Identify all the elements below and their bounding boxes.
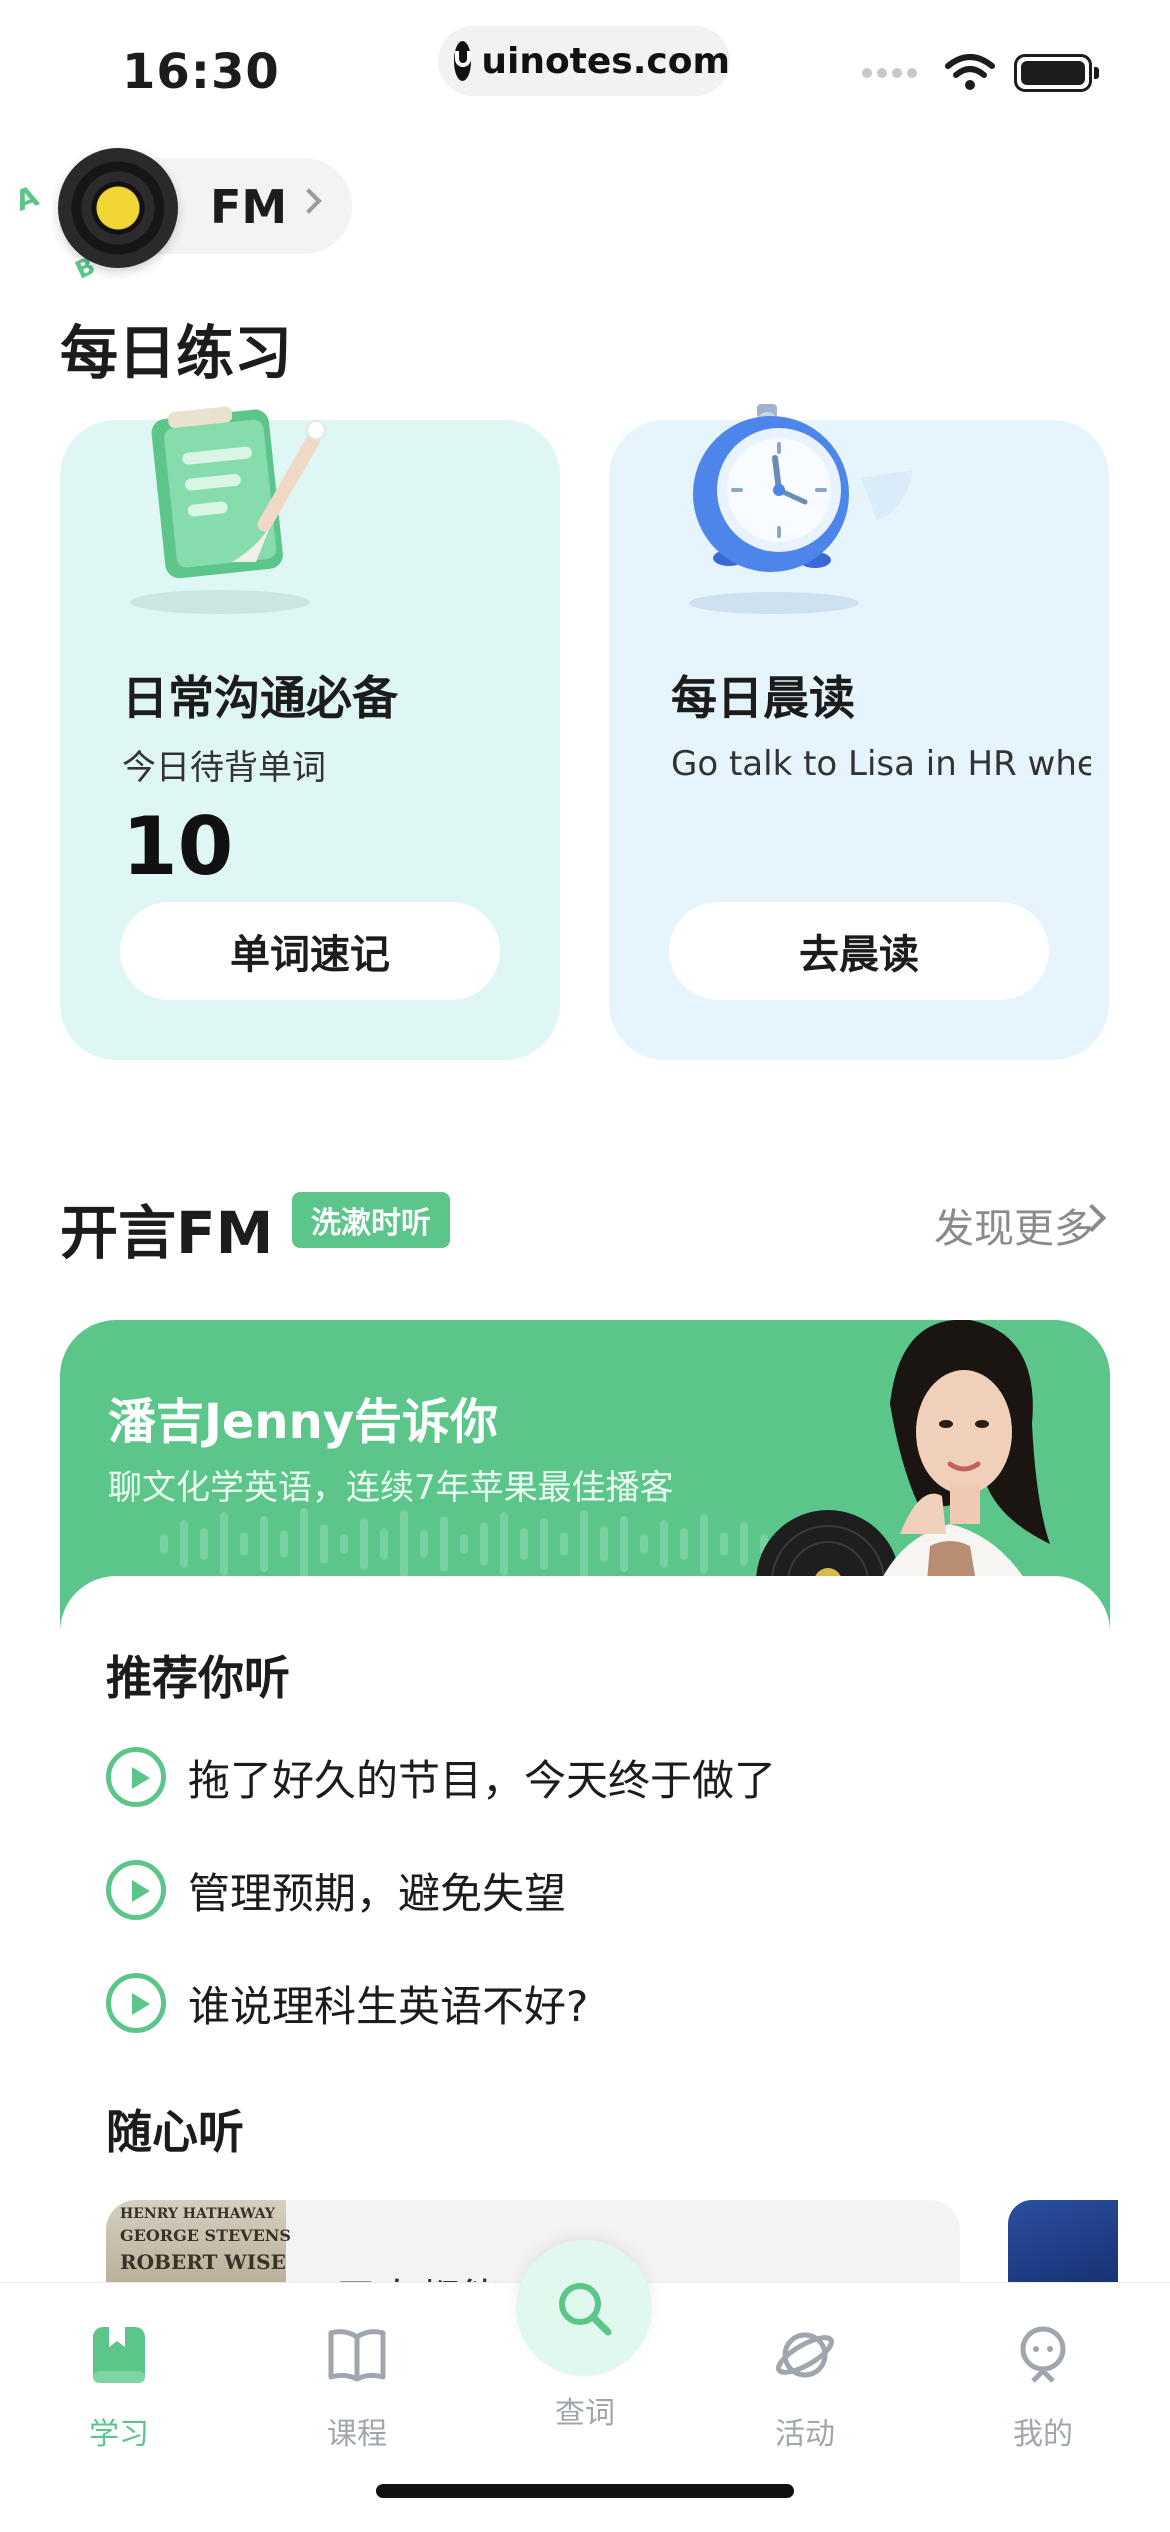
tab-search-button[interactable] (516, 2240, 652, 2376)
tab-study[interactable]: 学习 (44, 2303, 194, 2453)
search-icon (559, 2283, 612, 2336)
status-time: 16:30 (122, 44, 280, 100)
card-title: 每日晨读 (671, 671, 855, 725)
cover-line: GEORGE STEVENS (120, 2226, 291, 2245)
signal-dots-icon (862, 68, 922, 78)
tab-activity[interactable]: 活动 (730, 2303, 880, 2453)
status-bar: 16:30 uinotes.com (0, 0, 1170, 140)
banner-title: 潘吉Jenny告诉你 (108, 1394, 499, 1450)
url-pill[interactable]: uinotes.com (438, 26, 730, 96)
profile-icon (1020, 2326, 1066, 2383)
fm-section-title: 开言FM (60, 1199, 274, 1267)
cover-line: HENRY HATHAWAY (120, 2206, 275, 2222)
wifi-icon (945, 54, 995, 90)
reading-button[interactable]: 去晨读 (669, 902, 1049, 1000)
recommend-title: 推荐你听 (106, 1651, 290, 1705)
cover-line: ROBERT WISE (120, 2250, 286, 2274)
list-item[interactable]: 管理预期，避免失望 (106, 1859, 566, 1921)
card-subtitle: Go talk to Lisa in HR when you have a se… (671, 744, 1091, 784)
sound-wave-icon (160, 1508, 788, 1580)
practice-card-reading[interactable]: 每日晨读 Go talk to Lisa in HR when you have… (609, 404, 1109, 1060)
practice-card-vocab[interactable]: 日常沟通必备 今日待背单词 10 单词速记 (60, 406, 560, 1060)
status-icons (862, 54, 1099, 92)
tab-label: 查词 (555, 2396, 615, 2431)
play-circle-icon[interactable] (106, 1973, 166, 2033)
word-count: 10 (122, 800, 234, 893)
clipboard-icon (151, 406, 326, 579)
random-listen-title: 随心听 (106, 2105, 244, 2159)
episode-title: 拖了好久的节目，今天终于做了 (188, 1755, 777, 1805)
vinyl-disc-icon (58, 148, 178, 268)
play-circle-icon[interactable] (106, 1747, 166, 1807)
tab-courses[interactable]: 课程 (282, 2303, 432, 2453)
site-logo-icon (454, 41, 472, 81)
vocab-button[interactable]: 单词速记 (120, 902, 500, 1000)
card-subtitle: 今日待背单词 (122, 748, 326, 788)
play-circle-icon[interactable] (106, 1860, 166, 1920)
badge-letter-a: A (11, 179, 43, 218)
episode-title: 谁说理科生英语不好? (188, 1981, 589, 2031)
alarm-clock-icon (693, 404, 913, 572)
episode-title: 管理预期，避免失望 (188, 1868, 567, 1918)
list-item[interactable]: 谁说理科生英语不好? (106, 1972, 588, 2034)
tab-label: 学习 (89, 2417, 149, 2452)
banner-subtitle: 聊文化学英语，连续7年苹果最佳播客 (108, 1468, 674, 1508)
tab-label: 我的 (1013, 2417, 1073, 2452)
discover-more-link[interactable]: 发现更多 (934, 1196, 1094, 1254)
tab-profile[interactable]: 我的 (968, 2303, 1118, 2453)
recommend-card: 推荐你听 拖了好久的节目，今天终于做了 管理预期，避免失望 谁说理科生英语不好?… (60, 1576, 1118, 2340)
fm-label: FM (210, 180, 288, 234)
list-item[interactable]: 拖了好久的节目，今天终于做了 (106, 1746, 776, 1808)
fm-entry[interactable]: A B FM (0, 140, 400, 290)
open-book-icon (328, 2329, 386, 2382)
card-title: 日常沟通必备 (122, 671, 398, 725)
battery-icon (1014, 54, 1099, 92)
home-indicator[interactable] (376, 2484, 794, 2498)
tab-label: 活动 (775, 2417, 835, 2452)
scene-badge: 洗漱时听 (292, 1192, 450, 1248)
planet-icon (776, 2332, 834, 2378)
book-icon (93, 2327, 145, 2383)
daily-practice-title: 每日练习 (60, 319, 293, 387)
url-text: uinotes.com (481, 40, 730, 82)
tab-label: 课程 (327, 2417, 387, 2452)
